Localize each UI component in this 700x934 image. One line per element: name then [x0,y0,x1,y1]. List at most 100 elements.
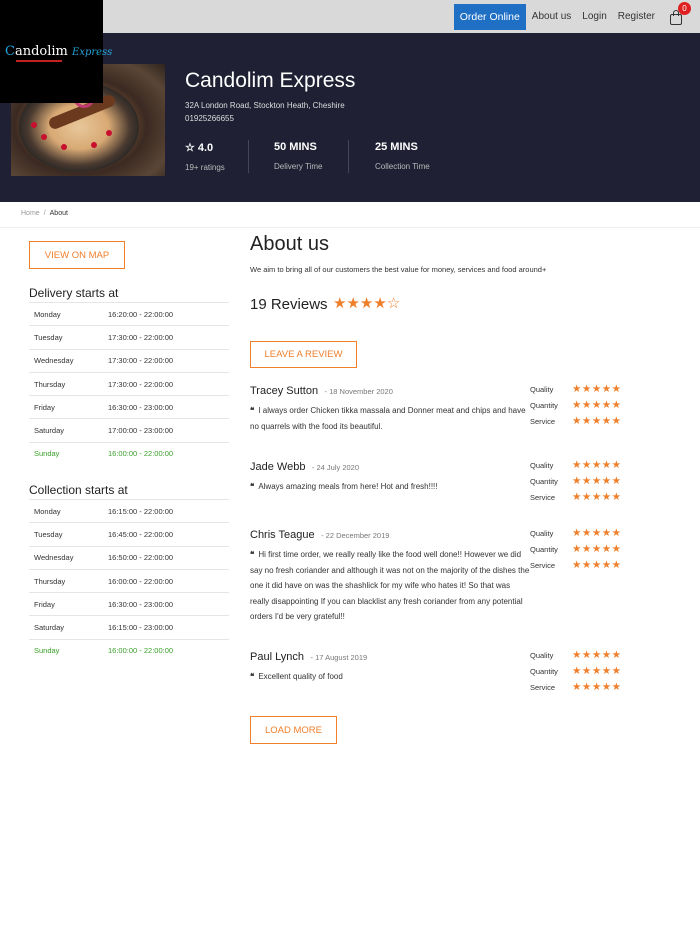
star-filled-icon: ★ [359,295,374,312]
review-date: - 18 November 2020 [324,387,393,396]
rating-quality: Quality ★★★★★ [530,381,622,397]
delivery-schedule: Monday 16:20:00 - 22:00:00 Tuesday 17:30:00… [29,302,229,465]
schedule-day: Monday [34,309,61,319]
reviewer-name: Paul Lynch [250,651,305,663]
rating-label: Service [530,416,556,426]
top-navbar: Order Online About us Login Register 0 [0,0,700,33]
star-filled-icon: ★ [346,295,360,312]
login-link[interactable]: Login [582,11,606,22]
schedule-row: Tuesday 16:45:00 - 22:00:00 [29,522,229,545]
review-item: Paul Lynch - 17 August 2019 ❝ Excellent qu… [250,647,650,693]
schedule-hours: 16:30:00 - 23:00:00 [108,402,174,412]
rating-stars-icon: ★★★★★ [572,649,622,661]
schedule-row: Friday 16:30:00 - 23:00:00 [29,592,229,615]
schedule-day: Thursday [34,379,66,389]
rating-service: Service ★★★★★ [530,413,622,429]
schedule-day: Wednesday [34,356,74,366]
schedule-hours: 17:30:00 - 22:00:00 [108,379,174,389]
rating-stars-icon: ★★★★★ [572,383,622,395]
collection-time-stat: 25 MINS Collection Time [375,141,430,171]
rating-label: Service [530,492,556,502]
load-more-button[interactable]: LOAD MORE [250,716,337,744]
rating-stars-icon: ★★★★★ [572,559,622,571]
breadcrumb-home[interactable]: Home [21,210,40,217]
order-online-button[interactable]: Order Online [453,3,526,30]
about-us-link[interactable]: About us [532,11,571,22]
star-filled-icon: ★ [333,295,347,312]
schedule-row: Monday 16:15:00 - 22:00:00 [29,499,229,522]
register-link[interactable]: Register [618,11,655,22]
restaurant-hero: Candolim Express Candolim Express 32A Lo… [0,0,700,202]
schedule-day: Wednesday [34,553,74,563]
review-item: Tracey Sutton - 18 November 2020 ❝ I alway… [250,381,650,434]
schedule-row: Wednesday 16:50:00 - 22:00:00 [29,545,229,569]
rating-label: Quality [530,384,554,394]
rating-service: Service ★★★★★ [530,557,622,573]
schedule-row: Thursday 17:30:00 - 22:00:00 [29,371,229,395]
schedule-row: Friday 16:30:00 - 23:00:00 [29,395,229,418]
rating-label: Quality [530,460,554,470]
schedule-day: Saturday [34,426,65,436]
rating-label: Quality [530,528,554,538]
about-title: About us [250,233,329,255]
review-text: ❝ Always amazing meals from here! Hot and… [250,482,438,491]
review-ratings: Quality ★★★★★ Quantity ★★★★★ Service ★★★★★ [530,381,622,429]
schedule-hours: 16:00:00 - 22:00:00 [108,646,174,656]
schedule-hours: 17:00:00 - 23:00:00 [108,426,174,436]
schedule-day: Thursday [34,576,66,586]
schedule-day: Friday [34,402,55,412]
rating-label: Quantity [530,544,558,554]
rating-quantity: Quantity ★★★★★ [530,397,622,413]
delivery-time-stat: 50 MINS Delivery Time [274,141,323,171]
leave-review-button[interactable]: LEAVE A REVIEW [250,341,357,368]
rating-stat: ☆ 4.0 19+ ratings [185,142,225,172]
rating-quantity: Quantity ★★★★★ [530,473,622,489]
rating-label: Quantity [530,476,558,486]
schedule-hours: 17:30:00 - 22:00:00 [108,332,174,342]
rating-quantity: Quantity ★★★★★ [530,541,622,557]
reviewer-name: Tracey Sutton [250,385,319,397]
schedule-row: Sunday 16:00:00 - 22:00:00 [29,638,229,662]
review-item: Jade Webb - 24 July 2020 ❝ Always amazing … [250,457,650,503]
rating-stars-icon: ★★★★★ [572,665,622,677]
review-date: - 22 December 2019 [321,531,390,540]
breadcrumb-current: About [49,210,68,217]
star-outline-icon: ☆ [185,142,195,154]
collection-title: Collection starts at [29,483,128,497]
rating-stars-icon: ★★★★★ [572,543,622,555]
schedule-hours: 16:15:00 - 22:00:00 [108,506,174,516]
review-ratings: Quality ★★★★★ Quantity ★★★★★ Service ★★★★★ [530,525,622,573]
collection-schedule: Monday 16:15:00 - 22:00:00 Tuesday 16:45:00… [29,499,229,662]
restaurant-logo[interactable]: Candolim Express [0,0,112,103]
schedule-hours: 16:00:00 - 22:00:00 [108,449,174,459]
cart-icon[interactable]: 0 [668,1,691,26]
breadcrumb: Home / About [21,210,68,217]
schedule-day: Sunday [34,646,60,656]
schedule-hours: 16:20:00 - 22:00:00 [108,309,174,319]
overall-rating-stars: ★★★★☆ [333,294,400,312]
star-empty-icon: ☆ [386,295,401,312]
rating-label: Quantity [530,400,558,410]
rating-stars-icon: ★★★★★ [572,459,622,471]
quote-icon: ❝ [250,482,255,491]
restaurant-address: 32A London Road, Stockton Heath, Cheshir… [185,101,345,110]
rating-stars-icon: ★★★★★ [572,475,622,487]
schedule-row: Thursday 16:00:00 - 22:00:00 [29,568,229,592]
review-text: ❝ I always order Chicken tikka massala an… [250,406,526,431]
rating-stars-icon: ★★★★★ [572,491,622,503]
about-text: We aim to bring all of our customers the… [250,265,547,274]
schedule-day: Sunday [34,449,60,459]
rating-quality: Quality ★★★★★ [530,457,622,473]
rating-quality: Quality ★★★★★ [530,525,622,541]
rating-quality: Quality ★★★★★ [530,647,622,663]
schedule-row: Saturday 16:15:00 - 23:00:00 [29,615,229,638]
rating-label: Service [530,560,556,570]
view-on-map-button[interactable]: VIEW ON MAP [29,241,125,269]
restaurant-phone: 01925266655 [185,114,234,123]
schedule-hours: 17:30:00 - 22:00:00 [108,356,174,366]
rating-stars-icon: ★★★★★ [572,681,622,693]
review-text: ❝ Hi first time order, we really really l… [250,550,530,621]
reviewer-name: Jade Webb [250,461,306,473]
schedule-day: Tuesday [34,332,63,342]
restaurant-name: Candolim Express [185,69,356,92]
